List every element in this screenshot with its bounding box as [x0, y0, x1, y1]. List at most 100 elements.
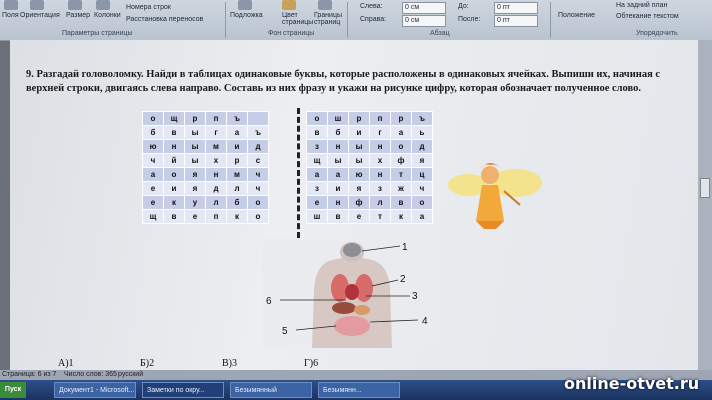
letter-cell: р: [390, 111, 412, 126]
letter-cell: ю: [348, 167, 370, 182]
letter-cell: о: [247, 209, 269, 224]
page-borders-icon[interactable]: [318, 0, 332, 10]
letter-cell: т: [369, 209, 391, 224]
letter-cell: б: [327, 125, 349, 140]
letter-cell: н: [327, 195, 349, 210]
taskbar-item-notes[interactable]: Заметки по окру...: [142, 382, 224, 398]
watermark-button[interactable]: Подложка: [230, 12, 263, 19]
letter-cell: з: [369, 181, 391, 196]
line-numbers-button[interactable]: Номера строк: [126, 4, 171, 11]
page-borders-button[interactable]: Границы страниц: [314, 12, 342, 26]
letter-cell: щ: [163, 111, 185, 126]
scrollbar-thumb[interactable]: [700, 178, 710, 198]
answer-option-d: Г)6: [304, 358, 319, 369]
fairy-image: [448, 163, 542, 229]
table-row: ааюнтц: [306, 167, 433, 182]
letter-cell: д: [247, 139, 269, 154]
letter-cell: ы: [348, 139, 370, 154]
send-backward-button[interactable]: На задний план: [616, 2, 667, 9]
answer-option-c: В)3: [222, 358, 237, 369]
letter-cell: и: [163, 181, 185, 196]
letter-cell: р: [184, 111, 206, 126]
letter-cell: ы: [184, 153, 206, 168]
status-words[interactable]: Число слов: 365: [64, 371, 117, 378]
ribbon: Поля Ориентация Размер Колонки Номера ст…: [0, 0, 712, 41]
size-button[interactable]: Размер: [66, 12, 90, 19]
table-row: ощрпъ: [142, 111, 269, 126]
letter-cell: ю: [142, 139, 164, 154]
letter-cell: о: [390, 139, 412, 154]
letter-cell: п: [205, 111, 227, 126]
orientation-button[interactable]: Ориентация: [20, 12, 60, 19]
table-row: ошрпръ: [306, 111, 433, 126]
start-button[interactable]: Пуск: [0, 382, 26, 398]
letter-table-right: ошрпръвбигаьзнынодщыыхфяааюнтцзиязжченфл…: [306, 111, 433, 224]
spacing-before-field[interactable]: 0 пт: [494, 2, 538, 14]
letter-cell: о: [247, 195, 269, 210]
vertical-scrollbar[interactable]: [698, 40, 712, 370]
letter-cell: а: [226, 125, 248, 140]
indent-right-field[interactable]: 0 см: [402, 15, 446, 27]
letter-cell: л: [226, 181, 248, 196]
letter-cell: [247, 111, 269, 126]
letter-cell: й: [163, 153, 185, 168]
orientation-icon[interactable]: [30, 0, 44, 10]
letter-cell: ы: [327, 153, 349, 168]
letter-cell: л: [369, 195, 391, 210]
taskbar-item-untitled[interactable]: Безымянный: [230, 382, 312, 398]
letter-cell: ч: [142, 153, 164, 168]
letter-cell: и: [348, 125, 370, 140]
answer-option-b: Б)2: [140, 358, 155, 369]
table-row: зиязжч: [306, 181, 433, 196]
letter-cell: а: [327, 167, 349, 182]
group-paragraph: Абзац: [430, 30, 450, 37]
size-icon[interactable]: [68, 0, 82, 10]
status-page[interactable]: Страница: 6 из 7: [2, 371, 56, 378]
letter-cell: ч: [411, 181, 433, 196]
spacing-after-label: После:: [458, 16, 481, 23]
letter-cell: е: [306, 195, 328, 210]
letter-cell: е: [142, 181, 164, 196]
figure-label-2: 2: [400, 274, 406, 285]
letter-cell: в: [390, 195, 412, 210]
figure-label-5: 5: [282, 326, 288, 337]
letter-cell: ъ: [411, 111, 433, 126]
group-page-background: Фон страницы: [268, 30, 315, 37]
letter-cell: и: [226, 139, 248, 154]
table-row: щвепко: [142, 209, 269, 224]
page-color-button[interactable]: Цвет страницы: [282, 12, 313, 26]
letter-cell: ы: [348, 153, 370, 168]
hyphenation-button[interactable]: Расстановка переносов: [126, 16, 203, 23]
table-row: аоянмч: [142, 167, 269, 182]
columns-button[interactable]: Колонки: [94, 12, 121, 19]
margins-button[interactable]: Поля: [2, 12, 19, 19]
indent-left-field[interactable]: 0 см: [402, 2, 446, 14]
letter-cell: к: [226, 209, 248, 224]
letter-cell: д: [411, 139, 433, 154]
letter-cell: н: [327, 139, 349, 154]
letter-cell: р: [348, 111, 370, 126]
taskbar-item-word[interactable]: Документ1 - Microsoft...: [54, 382, 136, 398]
page-color-icon[interactable]: [282, 0, 296, 10]
taskbar-item-untitled-2[interactable]: Безымянн...: [318, 382, 400, 398]
spacing-after-field[interactable]: 0 пт: [494, 15, 538, 27]
letter-cell: в: [306, 125, 328, 140]
columns-icon[interactable]: [96, 0, 110, 10]
letter-cell: т: [390, 167, 412, 182]
letter-cell: я: [184, 167, 206, 182]
letter-cell: н: [163, 139, 185, 154]
task-text: 9. Разгадай головоломку. Найди в таблица…: [26, 69, 661, 94]
margins-icon[interactable]: [4, 0, 18, 10]
letter-cell: ъ: [247, 125, 269, 140]
wrap-text-button[interactable]: Обтекание текстом: [616, 13, 679, 20]
watermark-icon[interactable]: [238, 0, 252, 10]
letter-cell: м: [205, 139, 227, 154]
position-button[interactable]: Положение: [558, 12, 595, 19]
figure-label-6: 6: [266, 296, 272, 307]
group-arrange: Упорядочить: [636, 30, 678, 37]
table-row: шветка: [306, 209, 433, 224]
status-language[interactable]: русский: [118, 371, 143, 378]
ribbon-separator: [347, 2, 348, 38]
letter-cell: ь: [411, 125, 433, 140]
letter-cell: щ: [306, 153, 328, 168]
